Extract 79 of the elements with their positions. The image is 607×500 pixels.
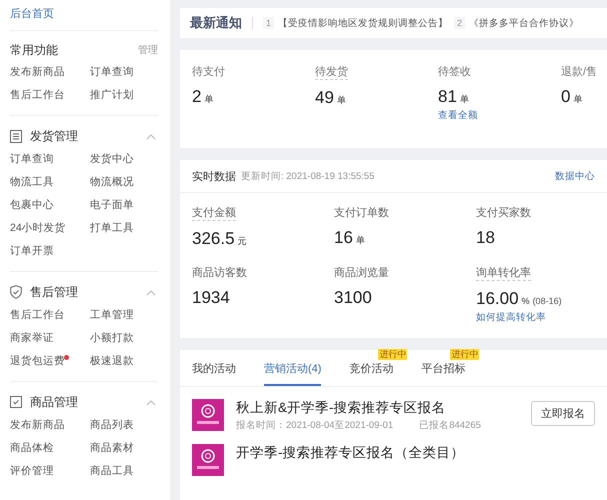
sidebar-link[interactable]: 电子面单	[90, 194, 134, 217]
metric-value: 18	[476, 228, 495, 248]
signup-count: 已报名844265	[419, 419, 481, 432]
metric-value: 1934	[192, 288, 230, 308]
section-title: 常用功能	[10, 42, 58, 58]
sidebar-link[interactable]: 订单开票	[10, 240, 54, 263]
sidebar-link[interactable]: 订单查询	[10, 148, 54, 171]
sidebar-link[interactable]: 极速退款	[90, 350, 134, 373]
stat-value: 49 单	[315, 88, 346, 108]
sidebar-link[interactable]: 商品列表	[90, 414, 134, 437]
sidebar-link[interactable]: 物流工具	[10, 171, 54, 194]
metric-value: 16 单	[334, 228, 365, 248]
section-title: 发货管理	[30, 128, 79, 144]
sidebar-link[interactable]: 物流概况	[90, 171, 134, 194]
tab[interactable]: 我的活动	[192, 358, 236, 386]
sidebar-link[interactable]: 订单查询	[90, 61, 134, 84]
metric-value: 326.5 元	[192, 229, 247, 249]
activity-title[interactable]: 秋上新&开学季-搜索推荐专区报名	[236, 399, 446, 417]
sidebar-link[interactable]: 退货包运费	[10, 350, 65, 373]
sidebar-link[interactable]: 发货中心	[90, 148, 134, 171]
notice-index: 1	[263, 17, 274, 29]
stat-label: 待支付	[192, 65, 225, 79]
stat-value: 0 单	[561, 87, 582, 107]
document-icon	[10, 130, 22, 142]
sidebar-link[interactable]: 24小时发货	[10, 217, 66, 240]
sidebar-link[interactable]: 打单工具	[90, 217, 134, 240]
metric-value: 3100	[334, 288, 372, 308]
tab[interactable]: 竞价活动	[349, 358, 394, 386]
sidebar-link[interactable]: 发布新商品	[10, 61, 65, 84]
tab[interactable]: 平台招标	[421, 358, 466, 386]
sidebar-link[interactable]: 商家举证	[10, 327, 54, 350]
activity-logo-icon	[192, 399, 224, 431]
status-badge: 进行中	[378, 349, 408, 360]
data-center-link[interactable]: 数据中心	[555, 170, 595, 182]
sidebar-link[interactable]: 包裹中心	[10, 194, 54, 217]
sidebar-link[interactable]: 商品体检	[10, 437, 54, 460]
signup-period: 报名时间：2021-08-04至2021-09-01	[236, 419, 394, 432]
stat-label: 退款/售	[561, 65, 598, 79]
metric-label: 支付订单数	[334, 206, 389, 220]
sidebar-link[interactable]: 发布新商品	[10, 414, 65, 437]
caret-up-icon[interactable]	[146, 134, 156, 140]
metric-label: 商品访客数	[192, 266, 247, 280]
metric-label: 商品浏览量	[334, 266, 389, 280]
sidebar-link[interactable]: 售后工作台	[10, 304, 65, 327]
tab[interactable]: 营销活动(4)	[264, 358, 322, 386]
activity-logo-icon	[192, 444, 224, 476]
notice-title: 最新通知	[190, 14, 242, 32]
notice-index: 2	[454, 17, 466, 29]
caret-up-icon[interactable]	[146, 290, 156, 296]
view-link[interactable]: 查看全额	[438, 109, 478, 122]
stat-value: 81 单	[438, 87, 469, 107]
signup-button[interactable]: 立即报名	[531, 401, 595, 426]
caret-up-icon[interactable]	[146, 400, 156, 406]
sidebar-link[interactable]: 工单管理	[90, 304, 134, 327]
metric-value: 16.00 % (08-16)	[476, 289, 562, 309]
section-title: 商品管理	[30, 394, 79, 410]
notice-link[interactable]: 【受疫情影响地区发货规则调整公告】	[278, 16, 448, 30]
sidebar-link[interactable]: 小额打款	[90, 327, 134, 350]
checkbox-icon	[10, 396, 22, 408]
metric-label: 询单转化率	[476, 265, 531, 281]
sidebar-link[interactable]: 售后工作台	[10, 84, 65, 107]
card-title: 实时数据	[192, 170, 236, 184]
metric-label: 支付买家数	[476, 206, 531, 220]
sidebar-link[interactable]: 评价管理	[10, 460, 54, 483]
sidebar-link[interactable]: 商品素材	[90, 437, 134, 460]
notice-link[interactable]: 《拼多多平台合作协议》	[469, 16, 580, 30]
home-link[interactable]: 后台首页	[10, 6, 54, 21]
status-badge: 进行中	[450, 349, 480, 360]
update-time: 更新时间: 2021-08-19 13:55:55	[241, 170, 376, 182]
stat-value: 2 单	[192, 87, 214, 107]
stat-label: 待发货	[315, 64, 348, 80]
metric-label: 支付金额	[192, 205, 236, 221]
section-title: 售后管理	[30, 284, 79, 300]
help-link[interactable]: 如何提高转化率	[476, 311, 546, 324]
activity-title[interactable]: 开学季-搜索推荐专区报名（全类目）	[236, 444, 464, 462]
sidebar-link[interactable]: 推广计划	[90, 84, 134, 107]
sidebar-link[interactable]: 商品工具	[90, 460, 134, 483]
shield-check-icon	[10, 285, 22, 299]
stat-label: 待签收	[438, 65, 471, 79]
